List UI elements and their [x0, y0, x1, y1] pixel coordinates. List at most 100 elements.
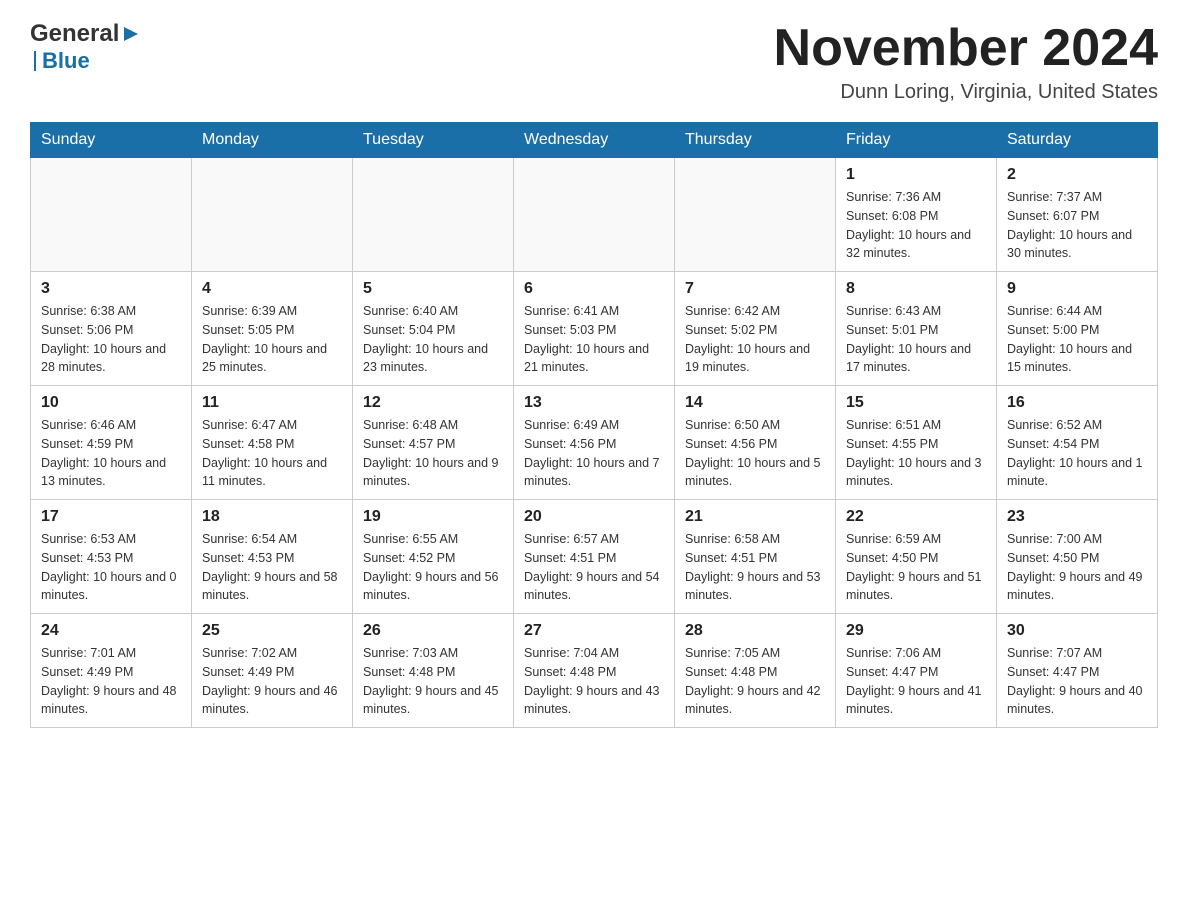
- day-number-27: 27: [524, 622, 664, 640]
- day-info-22: Sunrise: 6:59 AMSunset: 4:50 PMDaylight:…: [846, 530, 986, 605]
- week-row-4: 17 Sunrise: 6:53 AMSunset: 4:53 PMDayligh…: [31, 500, 1158, 614]
- day-number-3: 3: [41, 280, 181, 298]
- day-number-1: 1: [846, 166, 986, 184]
- cell-w4-d3: 19 Sunrise: 6:55 AMSunset: 4:52 PMDayligh…: [353, 500, 514, 614]
- day-info-24: Sunrise: 7:01 AMSunset: 4:49 PMDaylight:…: [41, 644, 181, 719]
- day-number-4: 4: [202, 280, 342, 298]
- day-number-16: 16: [1007, 394, 1147, 412]
- day-info-16: Sunrise: 6:52 AMSunset: 4:54 PMDaylight:…: [1007, 416, 1147, 491]
- day-number-11: 11: [202, 394, 342, 412]
- day-number-19: 19: [363, 508, 503, 526]
- col-thursday: Thursday: [675, 123, 836, 158]
- cell-w4-d2: 18 Sunrise: 6:54 AMSunset: 4:53 PMDayligh…: [192, 500, 353, 614]
- week-row-2: 3 Sunrise: 6:38 AMSunset: 5:06 PMDaylight…: [31, 272, 1158, 386]
- day-number-23: 23: [1007, 508, 1147, 526]
- logo: General Blue: [30, 20, 140, 74]
- cell-w1-d5: [675, 158, 836, 272]
- day-number-15: 15: [846, 394, 986, 412]
- day-info-17: Sunrise: 6:53 AMSunset: 4:53 PMDaylight:…: [41, 530, 181, 605]
- cell-w1-d4: [514, 158, 675, 272]
- day-number-28: 28: [685, 622, 825, 640]
- day-info-19: Sunrise: 6:55 AMSunset: 4:52 PMDaylight:…: [363, 530, 503, 605]
- cell-w2-d7: 9 Sunrise: 6:44 AMSunset: 5:00 PMDaylight…: [997, 272, 1158, 386]
- cell-w1-d3: [353, 158, 514, 272]
- cell-w4-d1: 17 Sunrise: 6:53 AMSunset: 4:53 PMDayligh…: [31, 500, 192, 614]
- month-title: November 2024: [774, 20, 1158, 77]
- day-info-5: Sunrise: 6:40 AMSunset: 5:04 PMDaylight:…: [363, 302, 503, 377]
- col-friday: Friday: [836, 123, 997, 158]
- day-number-24: 24: [41, 622, 181, 640]
- cell-w5-d7: 30Sunrise: 7:07 AMSunset: 4:47 PMDayligh…: [997, 614, 1158, 728]
- week-row-5: 24 Sunrise: 7:01 AMSunset: 4:49 PMDayligh…: [31, 614, 1158, 728]
- cell-w5-d4: 27 Sunrise: 7:04 AMSunset: 4:48 PMDayligh…: [514, 614, 675, 728]
- day-info-18: Sunrise: 6:54 AMSunset: 4:53 PMDaylight:…: [202, 530, 342, 605]
- day-info-4: Sunrise: 6:39 AMSunset: 5:05 PMDaylight:…: [202, 302, 342, 377]
- day-number-22: 22: [846, 508, 986, 526]
- day-info-6: Sunrise: 6:41 AMSunset: 5:03 PMDaylight:…: [524, 302, 664, 377]
- col-sunday: Sunday: [31, 123, 192, 158]
- day-number-26: 26: [363, 622, 503, 640]
- calendar-table: Sunday Monday Tuesday Wednesday Thursday…: [30, 122, 1158, 728]
- col-wednesday: Wednesday: [514, 123, 675, 158]
- day-number-6: 6: [524, 280, 664, 298]
- day-number-10: 10: [41, 394, 181, 412]
- page-header: General Blue November 2024 Dunn Loring, …: [30, 20, 1158, 104]
- cell-w3-d7: 16 Sunrise: 6:52 AMSunset: 4:54 PMDayligh…: [997, 386, 1158, 500]
- cell-w5-d5: 28 Sunrise: 7:05 AMSunset: 4:48 PMDayligh…: [675, 614, 836, 728]
- day-info-11: Sunrise: 6:47 AMSunset: 4:58 PMDaylight:…: [202, 416, 342, 491]
- day-info-13: Sunrise: 6:49 AMSunset: 4:56 PMDaylight:…: [524, 416, 664, 491]
- cell-w3-d6: 15Sunrise: 6:51 AMSunset: 4:55 PMDayligh…: [836, 386, 997, 500]
- day-number-8: 8: [846, 280, 986, 298]
- cell-w2-d2: 4 Sunrise: 6:39 AMSunset: 5:05 PMDaylight…: [192, 272, 353, 386]
- cell-w4-d7: 23 Sunrise: 7:00 AMSunset: 4:50 PMDayligh…: [997, 500, 1158, 614]
- day-number-9: 9: [1007, 280, 1147, 298]
- day-info-21: Sunrise: 6:58 AMSunset: 4:51 PMDaylight:…: [685, 530, 825, 605]
- day-number-12: 12: [363, 394, 503, 412]
- day-number-2: 2: [1007, 166, 1147, 184]
- logo-arrow-icon: [122, 25, 140, 48]
- day-info-3: Sunrise: 6:38 AMSunset: 5:06 PMDaylight:…: [41, 302, 181, 377]
- cell-w5-d1: 24 Sunrise: 7:01 AMSunset: 4:49 PMDayligh…: [31, 614, 192, 728]
- day-info-27: Sunrise: 7:04 AMSunset: 4:48 PMDaylight:…: [524, 644, 664, 719]
- logo-general-text: General: [30, 20, 119, 48]
- cell-w2-d1: 3 Sunrise: 6:38 AMSunset: 5:06 PMDaylight…: [31, 272, 192, 386]
- cell-w5-d2: 25Sunrise: 7:02 AMSunset: 4:49 PMDayligh…: [192, 614, 353, 728]
- day-info-26: Sunrise: 7:03 AMSunset: 4:48 PMDaylight:…: [363, 644, 503, 719]
- day-info-14: Sunrise: 6:50 AMSunset: 4:56 PMDaylight:…: [685, 416, 825, 491]
- cell-w3-d5: 14 Sunrise: 6:50 AMSunset: 4:56 PMDayligh…: [675, 386, 836, 500]
- cell-w3-d2: 11 Sunrise: 6:47 AMSunset: 4:58 PMDayligh…: [192, 386, 353, 500]
- day-info-23: Sunrise: 7:00 AMSunset: 4:50 PMDaylight:…: [1007, 530, 1147, 605]
- col-monday: Monday: [192, 123, 353, 158]
- day-info-7: Sunrise: 6:42 AMSunset: 5:02 PMDaylight:…: [685, 302, 825, 377]
- day-number-7: 7: [685, 280, 825, 298]
- cell-w2-d4: 6 Sunrise: 6:41 AMSunset: 5:03 PMDaylight…: [514, 272, 675, 386]
- logo-divider: [34, 51, 36, 71]
- location-subtitle: Dunn Loring, Virginia, United States: [774, 81, 1158, 104]
- cell-w1-d6: 1Sunrise: 7:36 AMSunset: 6:08 PMDaylight…: [836, 158, 997, 272]
- day-number-13: 13: [524, 394, 664, 412]
- cell-w3-d1: 10 Sunrise: 6:46 AMSunset: 4:59 PMDayligh…: [31, 386, 192, 500]
- week-row-1: 1Sunrise: 7:36 AMSunset: 6:08 PMDaylight…: [31, 158, 1158, 272]
- day-info-30: Sunrise: 7:07 AMSunset: 4:47 PMDaylight:…: [1007, 644, 1147, 719]
- cell-w3-d4: 13 Sunrise: 6:49 AMSunset: 4:56 PMDayligh…: [514, 386, 675, 500]
- cell-w5-d6: 29Sunrise: 7:06 AMSunset: 4:47 PMDayligh…: [836, 614, 997, 728]
- cell-w4-d6: 22 Sunrise: 6:59 AMSunset: 4:50 PMDayligh…: [836, 500, 997, 614]
- day-number-17: 17: [41, 508, 181, 526]
- day-number-18: 18: [202, 508, 342, 526]
- cell-w4-d4: 20Sunrise: 6:57 AMSunset: 4:51 PMDayligh…: [514, 500, 675, 614]
- cell-w2-d5: 7 Sunrise: 6:42 AMSunset: 5:02 PMDaylight…: [675, 272, 836, 386]
- day-info-12: Sunrise: 6:48 AMSunset: 4:57 PMDaylight:…: [363, 416, 503, 491]
- day-info-10: Sunrise: 6:46 AMSunset: 4:59 PMDaylight:…: [41, 416, 181, 491]
- cell-w5-d3: 26 Sunrise: 7:03 AMSunset: 4:48 PMDayligh…: [353, 614, 514, 728]
- title-area: November 2024 Dunn Loring, Virginia, Uni…: [774, 20, 1158, 104]
- day-number-29: 29: [846, 622, 986, 640]
- day-info-9: Sunrise: 6:44 AMSunset: 5:00 PMDaylight:…: [1007, 302, 1147, 377]
- calendar-header-row: Sunday Monday Tuesday Wednesday Thursday…: [31, 123, 1158, 158]
- cell-w1-d7: 2Sunrise: 7:37 AMSunset: 6:07 PMDaylight…: [997, 158, 1158, 272]
- col-tuesday: Tuesday: [353, 123, 514, 158]
- day-number-21: 21: [685, 508, 825, 526]
- logo-blue-text: Blue: [42, 48, 90, 74]
- day-number-14: 14: [685, 394, 825, 412]
- week-row-3: 10 Sunrise: 6:46 AMSunset: 4:59 PMDayligh…: [31, 386, 1158, 500]
- day-info-28: Sunrise: 7:05 AMSunset: 4:48 PMDaylight:…: [685, 644, 825, 719]
